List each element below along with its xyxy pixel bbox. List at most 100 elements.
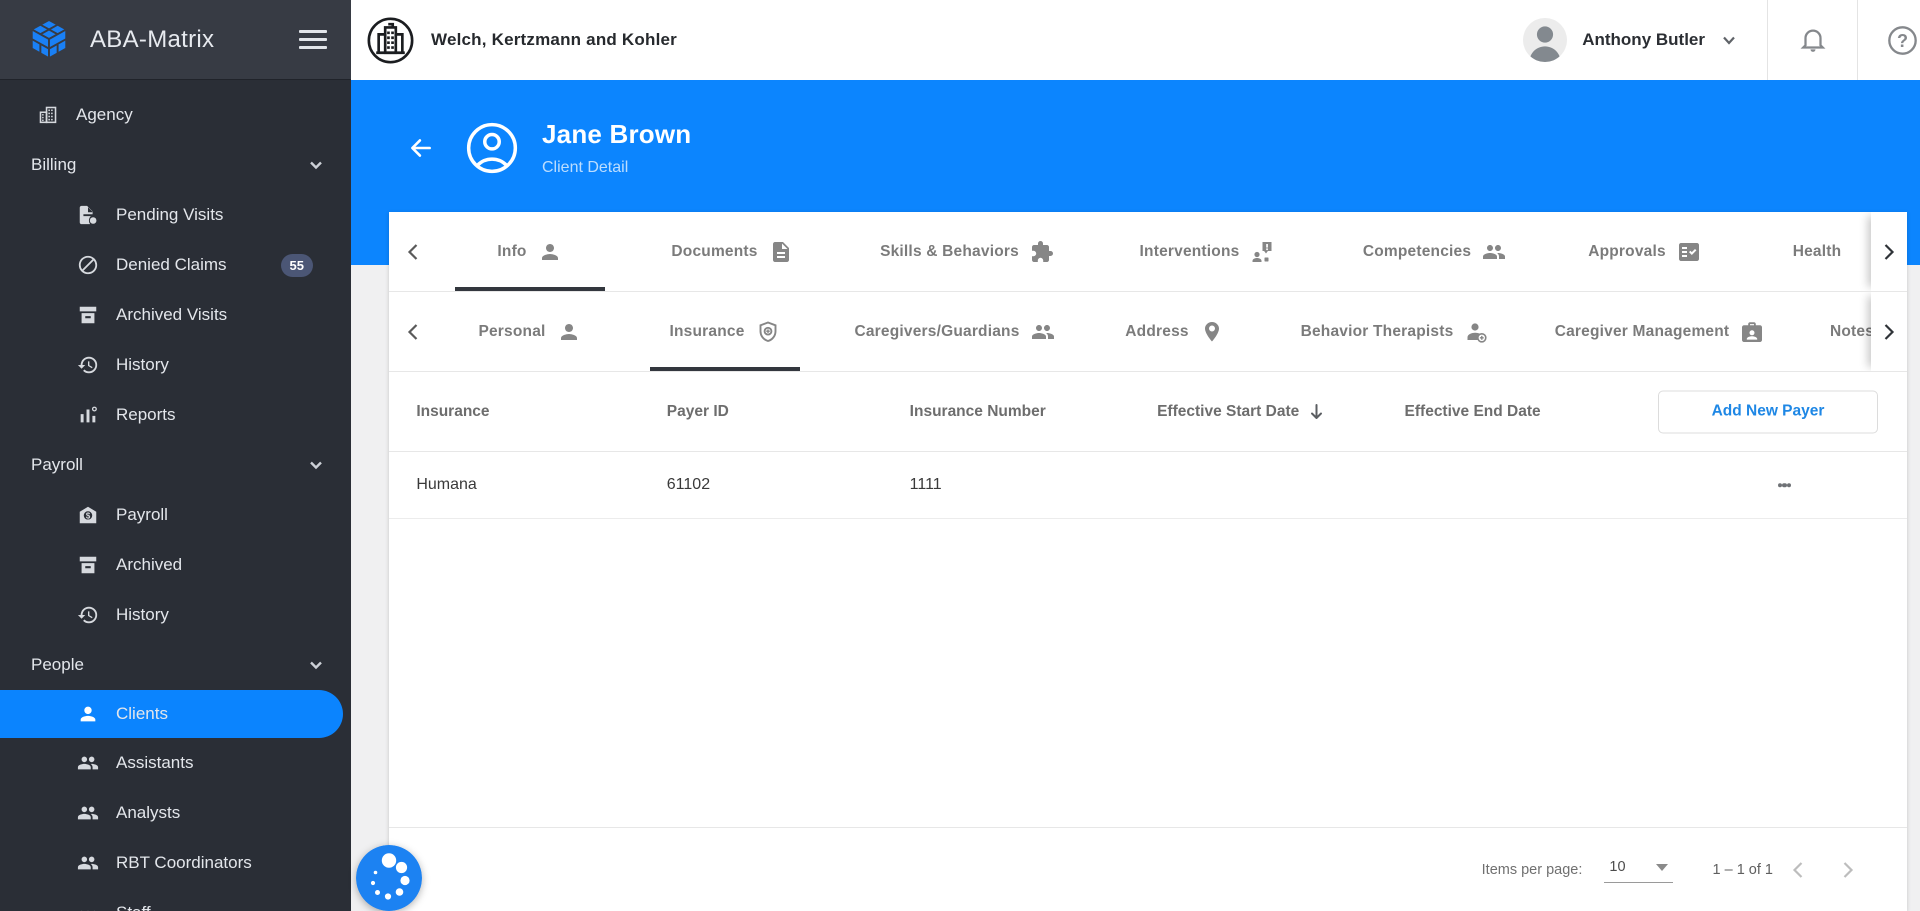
intervention-alert-icon xyxy=(1250,240,1274,264)
id-badge-icon xyxy=(1740,320,1764,344)
tab-info[interactable]: Info xyxy=(437,212,622,291)
tab-insurance[interactable]: Insurance xyxy=(622,292,827,371)
people-icon xyxy=(1482,240,1506,264)
denied-claims-icon xyxy=(77,254,99,276)
column-header-effective-end-date[interactable]: Effective End Date xyxy=(1405,403,1541,421)
items-per-page-select[interactable]: 10 xyxy=(1604,856,1673,883)
sidebar-item-assistants[interactable]: Assistants xyxy=(0,738,351,788)
top-header: Welch, Kertzmann and Kohler Anthony Butl… xyxy=(351,0,1920,80)
menu-icon[interactable] xyxy=(299,25,327,54)
sidebar: ABA-Matrix Agency Billing Pending Visits… xyxy=(0,0,351,911)
sidebar-item-rbt-coordinators[interactable]: RBT Coordinators xyxy=(0,838,351,888)
column-header-insurance-number[interactable]: Insurance Number xyxy=(910,403,1046,421)
sidebar-item-analysts[interactable]: Analysts xyxy=(0,788,351,838)
column-header-effective-start-date[interactable]: Effective Start Date xyxy=(1157,403,1325,421)
back-arrow-icon[interactable] xyxy=(408,135,434,161)
sidebar-item-billing-history[interactable]: History xyxy=(0,340,351,390)
floating-settings-wheel-button[interactable] xyxy=(356,845,422,911)
chevron-right-icon xyxy=(1884,323,1895,340)
sidebar-item-payroll[interactable]: Payroll xyxy=(0,490,351,540)
people-icon xyxy=(77,802,99,824)
tab-approvals[interactable]: Approvals xyxy=(1547,212,1742,291)
app-title: ABA-Matrix xyxy=(90,25,215,53)
history-icon xyxy=(77,354,99,376)
pending-visits-icon xyxy=(77,204,99,226)
user-avatar[interactable] xyxy=(1523,18,1568,62)
help-icon xyxy=(1887,25,1918,56)
puzzle-icon xyxy=(1030,240,1054,264)
people-icon xyxy=(77,852,99,874)
add-new-payer-button[interactable]: Add New Payer xyxy=(1658,390,1878,433)
notifications-button[interactable] xyxy=(1768,25,1857,55)
row-menu-kebab-icon[interactable] xyxy=(1772,474,1798,496)
sidebar-section-payroll[interactable]: Payroll xyxy=(0,440,351,490)
tab-documents[interactable]: Documents xyxy=(622,212,842,291)
tabs-scroll-right[interactable] xyxy=(1871,212,1907,291)
insurance-table-header: Insurance Payer ID Insurance Number Effe… xyxy=(389,372,1907,452)
page-title: Jane Brown xyxy=(542,118,692,149)
staff-dots-icon xyxy=(77,902,99,911)
tab-skills-behaviors[interactable]: Skills & Behaviors xyxy=(842,212,1092,291)
tab-personal[interactable]: Personal xyxy=(437,292,622,371)
column-header-insurance[interactable]: Insurance xyxy=(416,403,489,421)
sidebar-item-denied-claims[interactable]: Denied Claims 55 xyxy=(0,240,351,290)
subtabs-scroll-right[interactable] xyxy=(1871,292,1907,371)
people-icon xyxy=(77,752,99,774)
payroll-money-icon xyxy=(77,504,99,526)
insurance-shield-icon xyxy=(756,320,780,344)
sort-descending-icon xyxy=(1311,404,1323,419)
column-header-payer-id[interactable]: Payer ID xyxy=(667,403,729,421)
sidebar-item-payroll-archived[interactable]: Archived xyxy=(0,540,351,590)
chevron-down-icon[interactable] xyxy=(1721,32,1737,48)
sidebar-item-archived-visits[interactable]: Archived Visits xyxy=(0,290,351,340)
bell-icon xyxy=(1798,25,1828,55)
previous-page-button[interactable] xyxy=(1773,861,1823,879)
agency-building-icon xyxy=(37,104,59,126)
tab-address[interactable]: Address xyxy=(1082,292,1267,371)
help-button[interactable] xyxy=(1858,25,1920,56)
sidebar-item-staff[interactable]: Staff xyxy=(0,888,351,911)
sidebar-item-reports[interactable]: Reports xyxy=(0,390,351,440)
tab-caregiver-management[interactable]: Caregiver Management xyxy=(1522,292,1797,371)
tab-behavior-therapists[interactable]: Behavior Therapists xyxy=(1267,292,1522,371)
reports-chart-icon xyxy=(77,404,99,426)
approvals-checklist-icon xyxy=(1677,240,1701,264)
document-icon xyxy=(769,240,793,264)
organization-logo-icon xyxy=(366,16,415,65)
tab-interventions[interactable]: Interventions xyxy=(1092,212,1322,291)
sidebar-item-payroll-history[interactable]: History xyxy=(0,590,351,640)
aba-matrix-logo-icon xyxy=(26,17,72,63)
main-area: Welch, Kertzmann and Kohler Anthony Butl… xyxy=(351,0,1920,911)
items-per-page-label: Items per page: xyxy=(1481,861,1583,878)
tabs-scroll-left[interactable] xyxy=(389,212,437,291)
cell-payer-id: 61102 xyxy=(666,476,711,493)
sidebar-header: ABA-Matrix xyxy=(0,0,351,80)
chevron-right-icon xyxy=(1884,243,1895,260)
dropdown-caret-icon xyxy=(1655,863,1668,871)
chevron-left-icon xyxy=(1792,861,1803,878)
archive-icon xyxy=(77,304,99,326)
secondary-tab-bar: Personal Insurance Caregivers/Guardians … xyxy=(389,292,1907,372)
subtabs-scroll-left[interactable] xyxy=(389,292,437,371)
chevron-left-icon xyxy=(407,323,418,340)
tab-competencies[interactable]: Competencies xyxy=(1322,212,1547,291)
chevron-left-icon xyxy=(407,243,418,260)
person-icon xyxy=(77,703,99,725)
archive-icon xyxy=(77,554,99,576)
sidebar-nav: Agency Billing Pending Visits Denied Cla… xyxy=(0,80,351,911)
user-name[interactable]: Anthony Butler xyxy=(1582,30,1705,50)
sidebar-section-billing[interactable]: Billing xyxy=(0,140,351,190)
tab-health[interactable]: Health xyxy=(1742,212,1892,291)
chevron-right-icon xyxy=(1843,861,1854,878)
tab-caregivers-guardians[interactable]: Caregivers/Guardians xyxy=(827,292,1082,371)
sidebar-item-pending-visits[interactable]: Pending Visits xyxy=(0,190,351,240)
person-icon xyxy=(538,240,562,264)
sidebar-item-agency[interactable]: Agency xyxy=(0,90,351,140)
sidebar-item-clients[interactable]: Clients xyxy=(0,690,343,738)
organization-name: Welch, Kertzmann and Kohler xyxy=(431,30,677,49)
page-range-label: 1 – 1 of 1 xyxy=(1712,861,1773,878)
sidebar-section-people[interactable]: People xyxy=(0,640,351,690)
topbar-right: Anthony Butler xyxy=(1523,0,1920,80)
next-page-button[interactable] xyxy=(1823,861,1873,879)
client-avatar-icon xyxy=(464,120,520,176)
